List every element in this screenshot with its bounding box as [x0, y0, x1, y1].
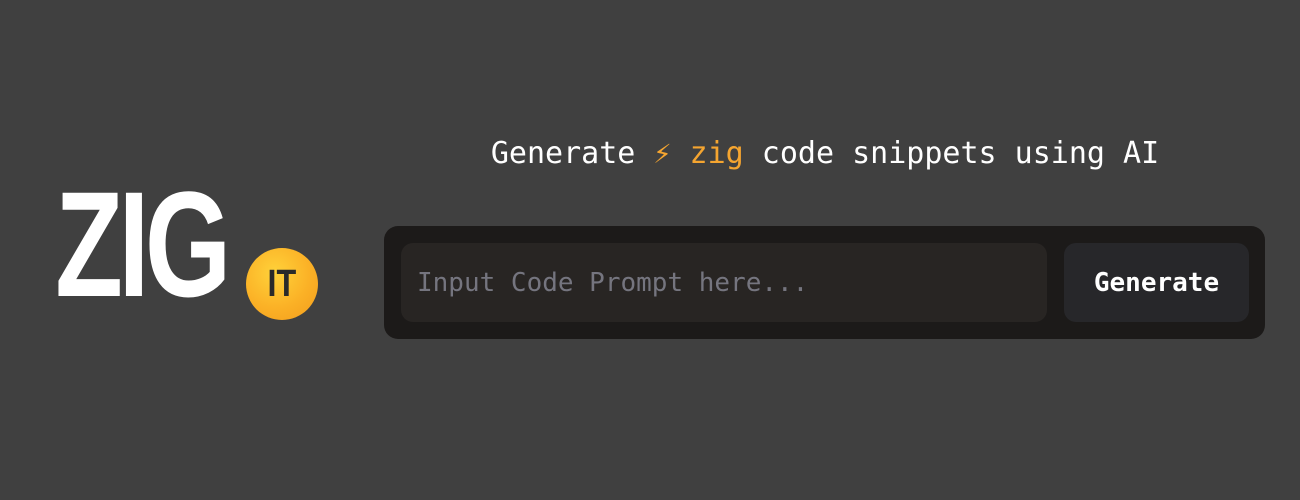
- logo-badge: IT: [246, 248, 318, 320]
- zig-it-logo: ZIG IT: [46, 168, 326, 328]
- tagline-suffix: code snippets using AI: [743, 136, 1160, 171]
- generate-button[interactable]: Generate: [1064, 243, 1249, 322]
- tagline: Generate ⚡ zig code snippets using AI: [385, 134, 1265, 174]
- code-prompt-input[interactable]: [401, 243, 1047, 322]
- tagline-accent-word: zig: [689, 136, 744, 171]
- lightning-bolt-icon: ⚡: [653, 136, 672, 171]
- prompt-form: Generate: [384, 226, 1265, 339]
- tagline-prefix: Generate: [490, 136, 654, 171]
- logo-wordmark: ZIG: [55, 168, 231, 320]
